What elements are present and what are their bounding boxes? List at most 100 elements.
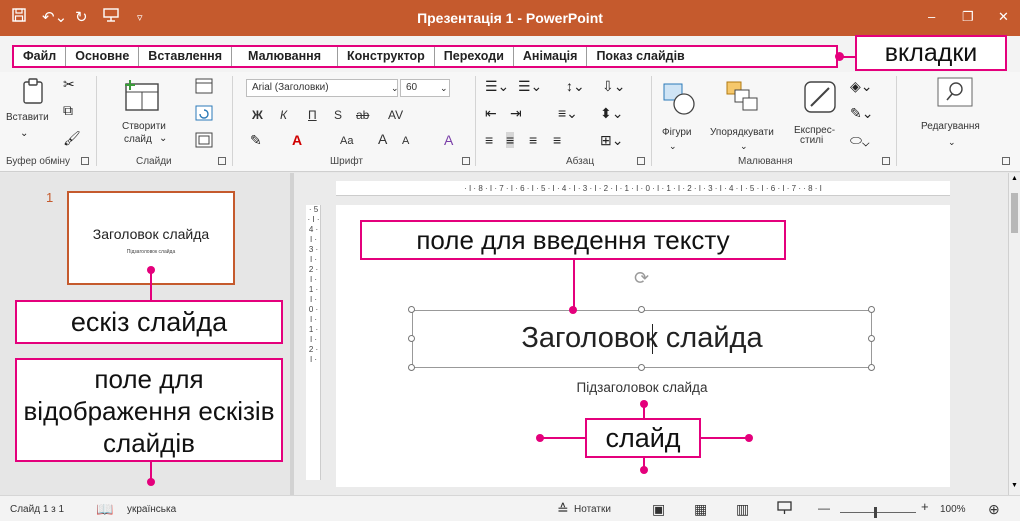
- slide-title[interactable]: Заголовок слайда: [412, 318, 872, 358]
- bullets-icon[interactable]: ☰⌄: [485, 78, 509, 94]
- shapes-chevron-icon[interactable]: ⌄: [669, 138, 677, 154]
- zoom-slider[interactable]: [840, 512, 916, 513]
- shape-outline-icon[interactable]: ✎⌄: [850, 105, 873, 121]
- align-center-icon[interactable]: ≡: [506, 132, 515, 148]
- clear-formatting-icon[interactable]: A: [444, 132, 453, 148]
- new-slide-chevron-icon[interactable]: ⌄: [159, 131, 167, 147]
- char-spacing-button[interactable]: AV: [388, 109, 403, 121]
- change-case-button[interactable]: Aa: [340, 135, 353, 147]
- numbering-icon[interactable]: ☰⌄: [518, 78, 542, 94]
- reading-view-icon[interactable]: ▥: [736, 501, 749, 517]
- italic-button[interactable]: К: [280, 109, 287, 121]
- paste-label[interactable]: Вставити: [6, 112, 49, 124]
- align-right-icon[interactable]: ≡: [529, 132, 537, 148]
- font-launcher-icon[interactable]: [462, 157, 470, 165]
- tab-transitions[interactable]: Переходи: [435, 47, 514, 66]
- shadow-button[interactable]: S: [334, 109, 342, 121]
- arrange-chevron-icon[interactable]: ⌄: [740, 138, 748, 154]
- drawing-launcher-icon[interactable]: [882, 157, 890, 165]
- spelling-icon[interactable]: 📖: [96, 501, 113, 517]
- new-slide-label-2[interactable]: слайд: [124, 134, 152, 146]
- justify-icon[interactable]: ≡: [553, 132, 561, 148]
- highlight-icon[interactable]: ✎: [250, 132, 262, 148]
- line-spacing-icon[interactable]: ↕⌄: [566, 78, 585, 94]
- resize-handle[interactable]: [868, 306, 875, 313]
- fit-to-window-icon[interactable]: ⊕: [988, 501, 1000, 517]
- cut-icon[interactable]: ✂: [63, 76, 75, 92]
- align-left-icon[interactable]: ≡: [485, 132, 493, 148]
- tab-insert[interactable]: Вставлення: [139, 47, 232, 66]
- zoom-level[interactable]: 100%: [940, 504, 966, 516]
- font-color-icon[interactable]: A: [292, 132, 302, 148]
- tab-file[interactable]: Файл: [14, 47, 67, 66]
- close-button[interactable]: ✕: [998, 9, 1009, 25]
- restore-button[interactable]: ❐: [962, 9, 974, 25]
- reset-icon[interactable]: [195, 105, 213, 124]
- tab-slideshow[interactable]: Показ слайдів: [587, 47, 693, 66]
- layout-icon[interactable]: [195, 78, 213, 97]
- font-name-chevron-icon[interactable]: ⌄: [391, 80, 399, 96]
- grow-font-button[interactable]: A: [378, 132, 387, 146]
- tab-home[interactable]: Основне: [66, 47, 140, 66]
- editing-label[interactable]: Редагування: [921, 121, 980, 133]
- editing-chevron-icon[interactable]: ⌄: [948, 134, 956, 150]
- paste-icon[interactable]: [22, 78, 44, 105]
- shapes-icon[interactable]: [662, 82, 696, 119]
- tab-design[interactable]: Конструктор: [338, 47, 435, 66]
- shape-effects-icon[interactable]: ⬭⌄: [850, 132, 870, 148]
- normal-view-icon[interactable]: ▣: [652, 501, 665, 517]
- arrange-icon[interactable]: [725, 80, 761, 117]
- shape-fill-icon[interactable]: ◈⌄: [850, 78, 873, 94]
- resize-handle[interactable]: [408, 306, 415, 313]
- zoom-out-button[interactable]: —: [818, 502, 830, 514]
- paragraph-launcher-icon[interactable]: [637, 157, 645, 165]
- font-size-chevron-icon[interactable]: ⌄: [440, 80, 448, 96]
- tab-draw[interactable]: Малювання: [232, 47, 338, 66]
- scroll-up-icon[interactable]: ▲: [1011, 175, 1018, 182]
- slide-subtitle[interactable]: Підзаголовок слайда: [412, 380, 872, 395]
- paste-chevron-icon[interactable]: ⌄: [20, 126, 28, 142]
- scroll-down-icon[interactable]: ▼: [1011, 482, 1018, 489]
- notes-icon[interactable]: ≙: [557, 501, 569, 517]
- minimize-button[interactable]: –: [928, 9, 935, 24]
- tab-animations[interactable]: Анімація: [514, 47, 588, 66]
- language-label[interactable]: українська: [127, 504, 176, 516]
- slideshow-view-icon[interactable]: [777, 501, 792, 518]
- slide-sorter-icon[interactable]: ▦: [694, 501, 707, 517]
- notes-button[interactable]: Нотатки: [574, 504, 611, 516]
- shrink-font-button[interactable]: A: [402, 135, 409, 147]
- underline-button[interactable]: П: [308, 109, 317, 121]
- quick-styles-icon[interactable]: [803, 80, 837, 117]
- strikethrough-button[interactable]: ab: [356, 109, 369, 121]
- copy-icon[interactable]: ⧉: [63, 102, 73, 118]
- section-icon[interactable]: [195, 132, 213, 151]
- quick-styles-label-2[interactable]: стилі: [800, 135, 823, 147]
- bold-button[interactable]: Ж: [252, 109, 263, 121]
- slides-launcher-icon[interactable]: [218, 157, 226, 165]
- increase-indent-icon[interactable]: ⇥: [510, 105, 522, 121]
- columns-icon[interactable]: ≡⌄: [558, 105, 578, 121]
- resize-handle[interactable]: [638, 306, 645, 313]
- rotate-handle-icon[interactable]: ⟳: [634, 268, 649, 289]
- shapes-label[interactable]: Фігури: [662, 127, 692, 139]
- zoom-in-button[interactable]: +: [921, 500, 929, 513]
- editing-launcher-icon[interactable]: [1002, 157, 1010, 165]
- smartart-icon[interactable]: ⊞⌄: [600, 132, 623, 148]
- text-direction-icon[interactable]: ⇩⌄: [602, 78, 625, 94]
- zoom-slider-thumb[interactable]: [874, 507, 877, 518]
- callout-tabs: вкладки: [855, 35, 1007, 71]
- align-text-icon[interactable]: ⬍⌄: [600, 105, 623, 121]
- format-painter-icon[interactable]: 🖌: [63, 130, 81, 146]
- resize-handle[interactable]: [408, 364, 415, 371]
- new-slide-icon[interactable]: [122, 80, 162, 115]
- font-name-select[interactable]: Arial (Заголовки): [246, 79, 398, 97]
- resize-handle[interactable]: [868, 364, 875, 371]
- editing-search-icon[interactable]: [937, 77, 973, 110]
- slide-counter[interactable]: Слайд 1 з 1: [10, 504, 64, 516]
- vertical-scrollbar[interactable]: ▲ ▼: [1008, 173, 1020, 495]
- window-title: Презентація 1 - PowerPoint: [417, 10, 603, 26]
- resize-handle[interactable]: [638, 364, 645, 371]
- scroll-thumb[interactable]: [1011, 193, 1018, 233]
- decrease-indent-icon[interactable]: ⇤: [485, 105, 497, 121]
- clipboard-launcher-icon[interactable]: [81, 157, 89, 165]
